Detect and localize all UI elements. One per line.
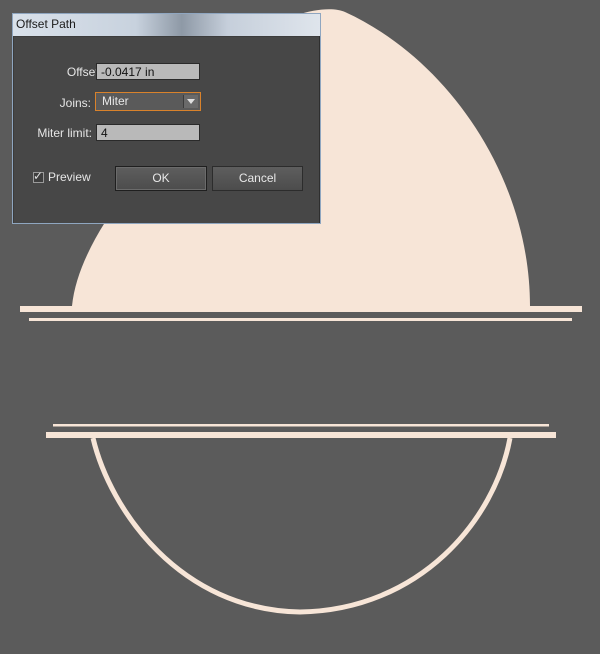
chevron-down-icon[interactable] <box>183 95 198 108</box>
miter-limit-label: Miter limit: <box>37 126 92 140</box>
ok-button[interactable]: OK <box>115 166 207 191</box>
dialog-title-bar[interactable]: Offset Path <box>13 14 320 36</box>
checkmark-icon: ✓ <box>33 169 44 183</box>
dialog-body: Offset: -0.0417 in Joins: Miter Miter li… <box>13 36 319 223</box>
offset-label: Offset: <box>66 65 102 79</box>
joins-label: Joins: <box>59 96 91 110</box>
preview-checkbox[interactable]: ✓ <box>33 169 44 183</box>
offset-path-dialog: Offset Path Offset: -0.0417 in Joins: Mi… <box>12 13 321 224</box>
joins-select[interactable]: Miter <box>95 92 201 111</box>
cancel-button[interactable]: Cancel <box>212 166 303 191</box>
joins-select-value: Miter <box>102 94 129 108</box>
preview-label[interactable]: Preview <box>48 170 91 184</box>
artboard-canvas[interactable]: Offset Path Offset: -0.0417 in Joins: Mi… <box>0 0 600 654</box>
bowl-outline[interactable] <box>90 437 513 615</box>
dialog-title: Offset Path <box>16 17 76 31</box>
offset-input[interactable]: -0.0417 in <box>96 63 200 80</box>
top-thick-bar[interactable] <box>20 306 582 312</box>
miter-limit-input[interactable]: 4 <box>96 124 200 141</box>
bottom-thick-bar[interactable] <box>46 432 556 438</box>
bottom-thin-bar[interactable] <box>53 424 549 427</box>
top-thin-bar[interactable] <box>29 318 572 321</box>
